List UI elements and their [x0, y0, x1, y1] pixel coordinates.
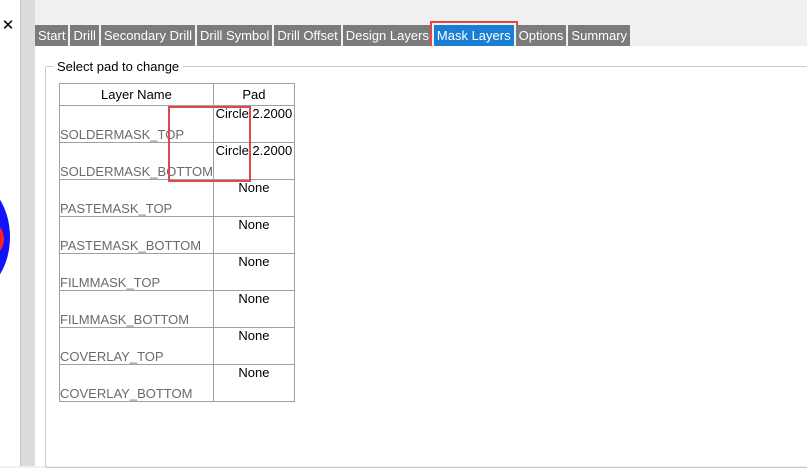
mask-layer-table: Layer Name Pad SOLDERMASK_TOP Circle 2.2…	[59, 83, 295, 402]
tab-bar: Start Drill Secondary Drill Drill Symbol…	[35, 21, 632, 50]
column-header-layer-name: Layer Name	[59, 83, 214, 106]
tab-design-layers[interactable]: Design Layers	[342, 25, 432, 46]
table-row: SOLDERMASK_BOTTOM Circle 2.2000	[59, 142, 295, 180]
pad-cell[interactable]: None	[212, 253, 295, 291]
column-header-pad: Pad	[212, 83, 295, 106]
tab-start[interactable]: Start	[35, 25, 69, 46]
splitter[interactable]	[20, 0, 35, 466]
layer-name-cell: COVERLAY_BOTTOM	[59, 364, 214, 402]
pad-cell[interactable]: None	[212, 290, 295, 328]
layer-name-cell: PASTEMASK_BOTTOM	[59, 216, 214, 254]
table-row: PASTEMASK_BOTTOM None	[59, 216, 295, 254]
group-title: Select pad to change	[53, 59, 184, 74]
layer-name-cell: COVERLAY_TOP	[59, 327, 214, 365]
tab-drill-offset[interactable]: Drill Offset	[274, 25, 341, 46]
layer-name-cell: SOLDERMASK_TOP	[59, 105, 214, 143]
tab-summary[interactable]: Summary	[568, 25, 631, 46]
pad-cell[interactable]: Circle 2.2000	[212, 142, 295, 180]
pad-cell[interactable]: None	[212, 179, 295, 217]
table-row: COVERLAY_BOTTOM None	[59, 364, 295, 402]
select-pad-group: Select pad to change Layer Name Pad SOLD…	[45, 59, 807, 468]
pad-cell[interactable]: None	[212, 216, 295, 254]
mask-layers-panel: Select pad to change Layer Name Pad SOLD…	[35, 46, 807, 468]
layer-name-cell: PASTEMASK_TOP	[59, 179, 214, 217]
table-row: FILMMASK_TOP None	[59, 253, 295, 291]
tab-drill[interactable]: Drill	[70, 25, 99, 46]
tab-options[interactable]: Options	[515, 25, 567, 46]
layer-name-cell: FILMMASK_TOP	[59, 253, 214, 291]
tab-drill-symbol[interactable]: Drill Symbol	[197, 25, 273, 46]
layer-name-cell: FILMMASK_BOTTOM	[59, 290, 214, 328]
table-row: SOLDERMASK_TOP Circle 2.2000	[59, 105, 295, 143]
pad-cell[interactable]: None	[212, 364, 295, 402]
table-row: PASTEMASK_TOP None	[59, 179, 295, 217]
table-row: COVERLAY_TOP None	[59, 327, 295, 365]
canvas-strip: ✕	[0, 0, 20, 466]
pad-cell[interactable]: Circle 2.2000	[212, 105, 295, 143]
tab-secondary-drill[interactable]: Secondary Drill	[100, 25, 196, 46]
tab-mask-layers[interactable]: Mask Layers	[429, 21, 518, 50]
table-row: FILMMASK_BOTTOM None	[59, 290, 295, 328]
pad-cell[interactable]: None	[212, 327, 295, 365]
layer-name-cell: SOLDERMASK_BOTTOM	[59, 142, 214, 180]
close-icon[interactable]: ✕	[0, 14, 16, 36]
